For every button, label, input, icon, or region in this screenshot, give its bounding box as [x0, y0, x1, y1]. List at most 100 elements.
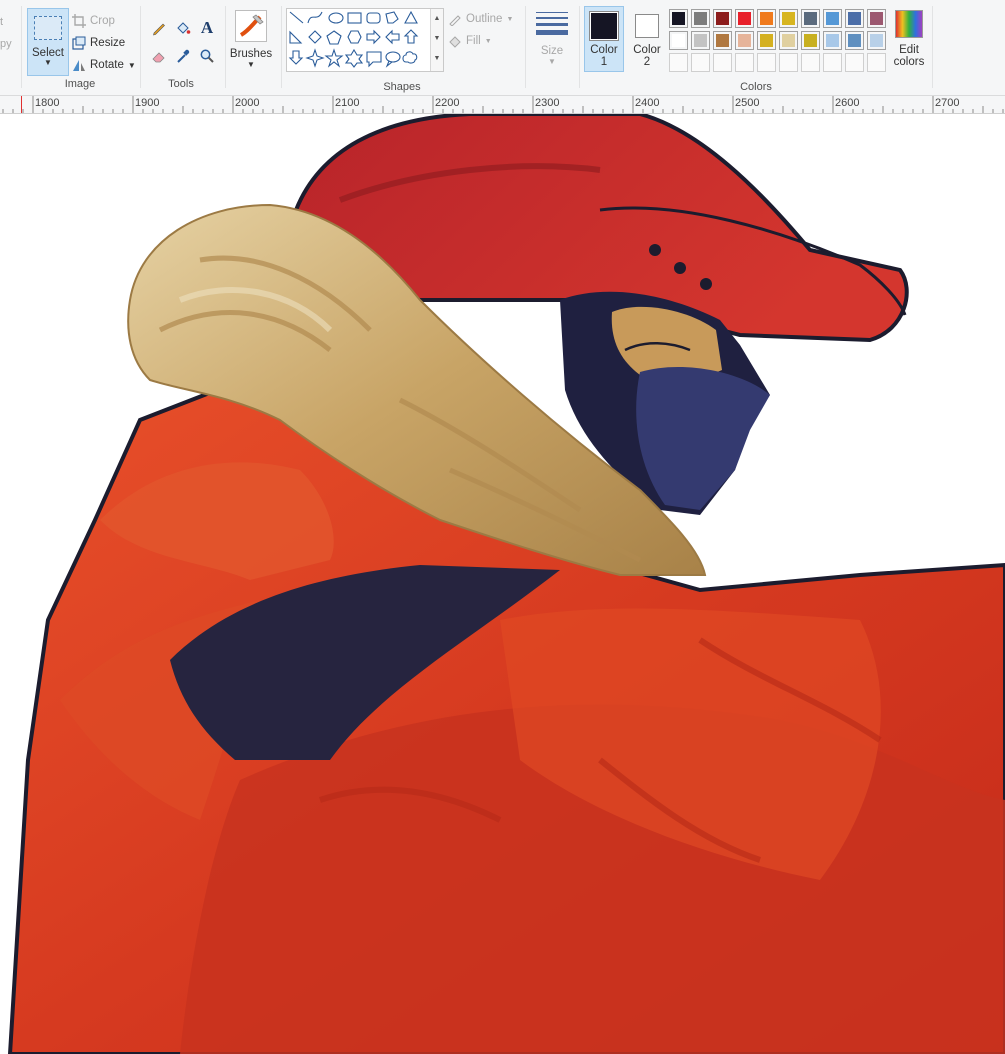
- five-point-star-shape-icon[interactable]: [324, 48, 344, 68]
- outline-dropdown-icon[interactable]: ▼: [506, 16, 513, 23]
- palette-empty-swatch[interactable]: [823, 53, 842, 72]
- clipboard-copy-partial[interactable]: py: [0, 38, 12, 50]
- palette-color-swatch[interactable]: [757, 9, 776, 28]
- palette-color-swatch[interactable]: [801, 9, 820, 28]
- rotate-button[interactable]: Rotate ▼: [72, 56, 136, 74]
- brush-icon: [235, 10, 267, 42]
- up-arrow-shape-icon[interactable]: [403, 29, 419, 44]
- six-point-star-shape-icon[interactable]: [344, 48, 364, 68]
- pentagon-shape-icon[interactable]: [326, 30, 342, 45]
- palette-color-swatch[interactable]: [713, 31, 732, 50]
- palette-color-swatch[interactable]: [845, 31, 864, 50]
- line-shape-icon[interactable]: [289, 11, 304, 24]
- palette-empty-swatch[interactable]: [757, 53, 776, 72]
- image-group-label: Image: [64, 78, 96, 90]
- palette-color-swatch[interactable]: [867, 9, 886, 28]
- fill-button[interactable]: Fill ▼: [448, 32, 492, 50]
- size-label: Size: [540, 45, 564, 57]
- outline-label: Outline: [466, 13, 503, 25]
- color2-button[interactable]: Color 2: [627, 6, 667, 72]
- select-button[interactable]: Select ▼: [27, 8, 69, 76]
- palette-color-swatch[interactable]: [845, 9, 864, 28]
- cloud-callout-shape-icon[interactable]: [402, 51, 418, 64]
- palette-color-swatch[interactable]: [801, 31, 820, 50]
- palette-color-swatch[interactable]: [735, 9, 754, 28]
- palette-empty-swatch[interactable]: [735, 53, 754, 72]
- down-arrow-shape-icon[interactable]: [288, 50, 304, 65]
- palette-color-swatch[interactable]: [867, 31, 886, 50]
- brushes-button[interactable]: Brushes ▼: [228, 8, 274, 72]
- eraser-tool[interactable]: [149, 46, 169, 66]
- ruler-tick-label: 2400: [635, 97, 660, 109]
- size-button[interactable]: Size ▼: [530, 8, 574, 72]
- palette-empty-swatch[interactable]: [779, 53, 798, 72]
- rotate-icon: [72, 58, 86, 72]
- palette-color-swatch[interactable]: [823, 31, 842, 50]
- diamond-shape-icon[interactable]: [308, 30, 322, 44]
- curve-shape-icon[interactable]: [307, 11, 323, 24]
- palette-color-swatch[interactable]: [823, 9, 842, 28]
- palette-color-swatch[interactable]: [713, 9, 732, 28]
- drawing-canvas[interactable]: [0, 114, 1005, 1054]
- rounded-callout-shape-icon[interactable]: [366, 51, 382, 68]
- edit-colors-button[interactable]: Edit colors: [891, 8, 927, 72]
- palette-empty-swatch[interactable]: [845, 53, 864, 72]
- palette-empty-swatch[interactable]: [713, 53, 732, 72]
- palette-color-fill: [738, 34, 751, 47]
- right-arrow-shape-icon[interactable]: [366, 29, 381, 45]
- oval-shape-icon[interactable]: [328, 12, 344, 24]
- fill-dropdown-icon[interactable]: ▼: [485, 38, 492, 45]
- palette-empty-swatch[interactable]: [669, 53, 688, 72]
- palette-color-swatch[interactable]: [735, 31, 754, 50]
- palette-color-fill: [870, 12, 883, 25]
- fill-tool[interactable]: [173, 18, 193, 38]
- size-dropdown-icon[interactable]: ▼: [530, 57, 574, 66]
- palette-empty-swatch[interactable]: [801, 53, 820, 72]
- rounded-rectangle-shape-icon[interactable]: [366, 12, 381, 24]
- right-triangle-shape-icon[interactable]: [289, 30, 303, 44]
- four-point-star-shape-icon[interactable]: [305, 48, 325, 68]
- magnifier-icon: [200, 49, 214, 63]
- hexagon-shape-icon[interactable]: [347, 30, 362, 44]
- palette-color-swatch[interactable]: [691, 9, 710, 28]
- palette-color-fill: [760, 34, 773, 47]
- select-dropdown-icon[interactable]: ▼: [28, 59, 68, 67]
- rectangle-shape-icon[interactable]: [347, 12, 362, 24]
- color-palette: [669, 9, 889, 73]
- palette-color-swatch[interactable]: [779, 9, 798, 28]
- canvas-artwork[interactable]: [0, 114, 1005, 1054]
- outline-icon: [448, 12, 462, 26]
- resize-icon: [72, 36, 86, 50]
- palette-color-swatch[interactable]: [779, 31, 798, 50]
- palette-empty-swatch[interactable]: [867, 53, 886, 72]
- crop-button[interactable]: Crop: [72, 12, 115, 30]
- crop-icon: [72, 14, 86, 28]
- palette-color-swatch[interactable]: [757, 31, 776, 50]
- polygon-shape-icon[interactable]: [385, 11, 399, 24]
- brushes-dropdown-icon[interactable]: ▼: [228, 60, 274, 69]
- palette-color-swatch[interactable]: [691, 31, 710, 50]
- color1-button[interactable]: Color 1: [584, 6, 624, 72]
- clipboard-group: t py: [0, 4, 20, 92]
- palette-color-swatch[interactable]: [669, 9, 688, 28]
- clipboard-cut-partial[interactable]: t: [0, 16, 3, 28]
- palette-color-fill: [694, 12, 707, 25]
- color-picker-tool[interactable]: [173, 46, 193, 66]
- triangle-shape-icon[interactable]: [404, 10, 418, 24]
- oval-callout-shape-icon[interactable]: [385, 51, 401, 68]
- outline-button[interactable]: Outline ▼: [448, 10, 513, 28]
- image-group: Select ▼ Crop Resize Rotate ▼ Image: [22, 4, 138, 92]
- shapes-gallery[interactable]: ▲ ▼ ▼: [286, 8, 444, 72]
- text-tool[interactable]: A: [197, 18, 217, 38]
- horizontal-ruler: 1800 1900 2000 2100 2200 2300 2400 2500 2600 2700: [0, 96, 1005, 114]
- magnifier-tool[interactable]: [197, 46, 217, 66]
- rotate-dropdown-icon[interactable]: ▼: [128, 61, 136, 70]
- shapes-scrollbar[interactable]: ▲ ▼ ▼: [430, 9, 443, 71]
- pencil-tool[interactable]: [149, 18, 169, 38]
- ruler-tick-label: 2700: [935, 97, 960, 109]
- left-arrow-shape-icon[interactable]: [385, 29, 400, 45]
- palette-empty-swatch[interactable]: [691, 53, 710, 72]
- resize-button[interactable]: Resize: [72, 34, 125, 52]
- ruler-tick-label: 2600: [835, 97, 860, 109]
- palette-color-swatch[interactable]: [669, 31, 688, 50]
